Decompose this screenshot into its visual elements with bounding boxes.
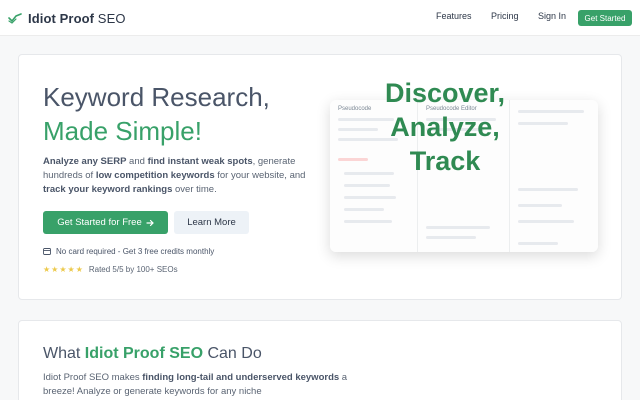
overlay-analyze: Analyze, <box>390 112 500 142</box>
features-section: What Idiot Proof SEO Can Do Idiot Proof … <box>18 320 622 400</box>
hero-description: Analyze any SERP and find instant weak s… <box>43 156 306 195</box>
hero-title-line2: Made Simple! <box>43 116 202 146</box>
features-description: Idiot Proof SEO makes finding long-tail … <box>43 372 348 397</box>
rating-text: Rated 5/5 by 100+ SEOs <box>88 265 178 274</box>
get-started-nav-button[interactable]: Get Started <box>578 10 632 26</box>
overlay-discover: Discover, <box>384 78 506 108</box>
navbar: Idiot Proof SEO Features Pricing Sign In… <box>0 0 640 36</box>
check-trend-icon <box>8 13 22 24</box>
features-title: What Idiot Proof SEO Can Do <box>43 345 262 362</box>
get-started-free-label: Get Started for Free <box>57 217 142 228</box>
overlay-track: Track <box>409 146 481 176</box>
brand-logo[interactable]: Idiot Proof SEO <box>8 9 126 27</box>
arrow-right-icon <box>146 219 154 226</box>
get-started-free-button[interactable]: Get Started for Free <box>43 211 168 234</box>
star-icon: ★★★★★ <box>43 265 84 274</box>
hero-title-line1: Keyword Research, <box>43 82 270 112</box>
credit-card-icon <box>43 248 51 255</box>
hero-overlay-text: Discover, Analyze, Track <box>311 76 579 178</box>
rating-row: ★★★★★ Rated 5/5 by 100+ SEOs <box>43 265 178 274</box>
nav-features[interactable]: Features <box>436 11 472 21</box>
no-card-note: No card required - Get 3 free credits mo… <box>43 247 214 256</box>
brand-name: Idiot Proof SEO <box>28 10 126 26</box>
nav-sign-in[interactable]: Sign In <box>538 11 566 21</box>
learn-more-button[interactable]: Learn More <box>174 211 249 234</box>
no-card-text: No card required - Get 3 free credits mo… <box>56 247 215 256</box>
nav-pricing[interactable]: Pricing <box>491 11 519 21</box>
